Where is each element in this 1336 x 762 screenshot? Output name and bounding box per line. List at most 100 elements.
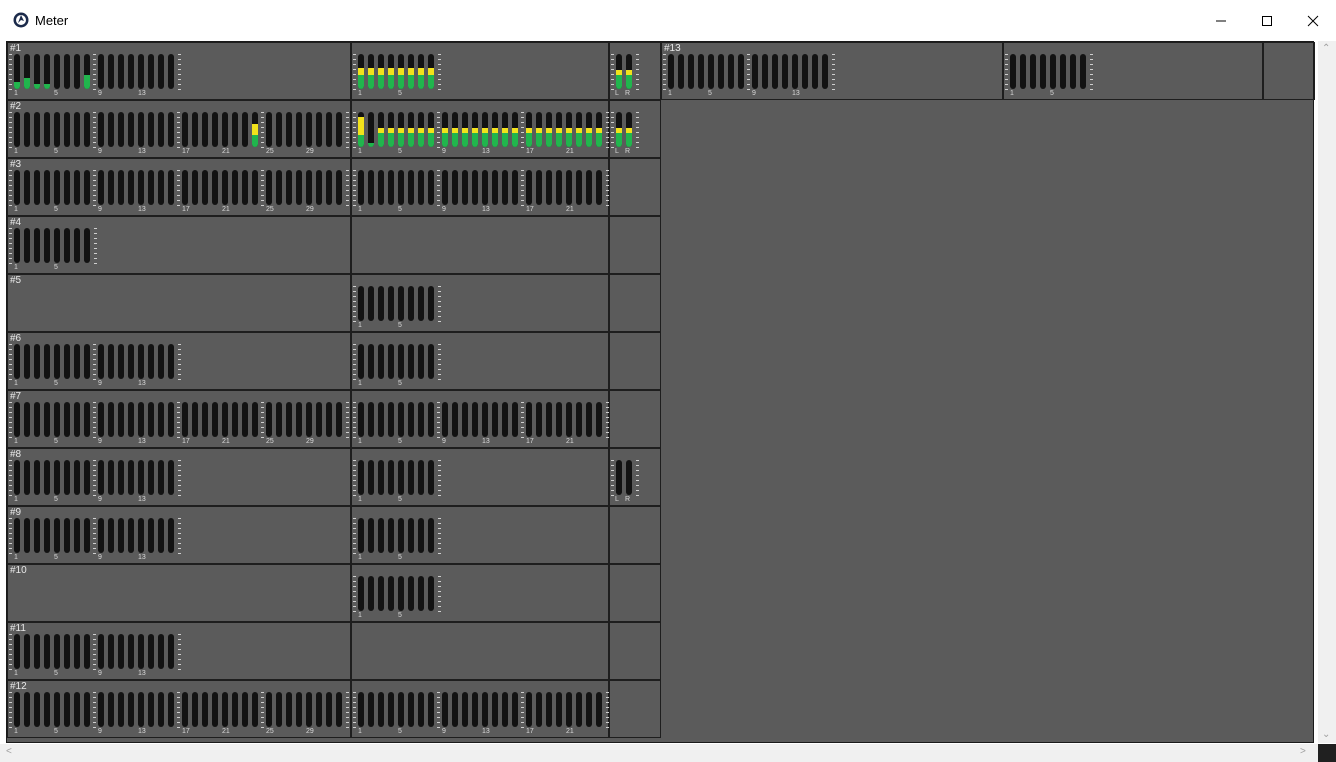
scale-tick [636, 490, 639, 491]
scale-tick [9, 543, 12, 544]
scale-tick [9, 659, 12, 660]
meter-panel[interactable] [609, 680, 661, 738]
window-title: Meter [35, 13, 69, 28]
maximize-button[interactable] [1244, 0, 1290, 41]
meter-panel[interactable] [609, 506, 661, 564]
close-button[interactable] [1290, 0, 1336, 41]
channel-number: 5 [398, 322, 402, 329]
channel-number: 1 [14, 670, 18, 677]
meter-panel[interactable]: 15 [351, 506, 609, 564]
meter-panel[interactable] [609, 158, 661, 216]
scale-tick [747, 84, 750, 85]
meter-panel[interactable]: 15 [351, 42, 609, 100]
scale-tick [636, 122, 639, 123]
down-arrow-icon[interactable]: ⌄ [1322, 729, 1330, 740]
peak-fill [566, 128, 572, 133]
up-arrow-icon[interactable]: ⌃ [1322, 43, 1330, 54]
scale-tick [611, 137, 614, 138]
meter-panel[interactable]: #5 [7, 274, 351, 332]
meter-panel[interactable] [609, 564, 661, 622]
meter-row-label: #11 [10, 623, 26, 634]
scale-tick [353, 354, 356, 355]
scale-tick [521, 422, 524, 423]
meter-panel[interactable]: 1 5 9 13 17 21 [351, 100, 609, 158]
scale-tick [1005, 69, 1008, 70]
meter-panel[interactable]: #4 1 5 [7, 216, 351, 274]
scale-tick [353, 591, 356, 592]
scale-tick [346, 132, 349, 133]
scale-tick [93, 717, 96, 718]
level-bar [502, 692, 508, 727]
minimize-button[interactable] [1198, 0, 1244, 41]
scale-tick [93, 538, 96, 539]
meter-panel[interactable] [609, 274, 661, 332]
meter-panel[interactable] [351, 622, 609, 680]
meter-panel[interactable]: 1 5 9 13 17 21 [351, 680, 609, 738]
scale-tick [832, 54, 835, 55]
scale-tick [261, 427, 264, 428]
channel-number: 1 [14, 90, 18, 97]
meter-panel[interactable]: #12 1 5 9 13 17 21 25 29 [7, 680, 351, 738]
meter-panel[interactable]: #2 1 5 9 13 17 21 25 29 [7, 100, 351, 158]
scale-tick [178, 533, 181, 534]
meter-panel[interactable] [351, 216, 609, 274]
scale-tick [9, 205, 12, 206]
meter-panel[interactable]: #8 1 5 9 13 [7, 448, 351, 506]
scale-tick [1005, 59, 1008, 60]
meter-panel[interactable] [609, 332, 661, 390]
meter-panel[interactable] [1263, 42, 1315, 100]
meter-panel[interactable]: LR [609, 42, 661, 100]
scale-tick [93, 344, 96, 345]
meter-panel[interactable] [609, 622, 661, 680]
scale-tick [832, 74, 835, 75]
level-bar [388, 344, 394, 379]
level-bar [108, 344, 114, 379]
scale-tick [438, 311, 441, 312]
meter-panel[interactable]: #1 1 5 9 13 [7, 42, 351, 100]
meter-panel[interactable] [609, 216, 661, 274]
scale-tick [438, 596, 441, 597]
meter-panel[interactable] [609, 390, 661, 448]
channel-number: 9 [98, 380, 102, 387]
scale-tick [346, 437, 349, 438]
meter-panel[interactable]: 1 5 9 13 17 21 [351, 158, 609, 216]
scale-tick [437, 402, 440, 403]
meter-panel[interactable]: #10 [7, 564, 351, 622]
level-bar [442, 692, 448, 727]
level-bar [128, 344, 134, 379]
vertical-scrollbar[interactable]: ⌃ ⌄ [1318, 41, 1336, 743]
scale-tick [353, 576, 356, 577]
meter-panel[interactable]: 1 5 9 13 17 21 [351, 390, 609, 448]
level-bar [296, 402, 302, 437]
level-bar [482, 170, 488, 205]
scale-tick [1090, 79, 1093, 80]
meter-panel[interactable]: 15 [351, 274, 609, 332]
horizontal-scrollbar[interactable]: < > [0, 744, 1318, 762]
meter-panel[interactable]: 15 [351, 564, 609, 622]
level-bar [242, 692, 248, 727]
scale-tick [521, 175, 524, 176]
level-bar [276, 692, 282, 727]
scale-tick [93, 364, 96, 365]
meter-panel[interactable]: LR [609, 100, 661, 158]
meter-panel[interactable]: #13 1 5 9 13 [661, 42, 1003, 100]
meter-panel[interactable]: LR [609, 448, 661, 506]
meter-panel[interactable]: #3 1 5 9 13 17 21 25 29 [7, 158, 351, 216]
level-bar [64, 344, 70, 379]
channel-number: 1 [14, 264, 18, 271]
meter-panel[interactable]: #11 1 5 9 13 [7, 622, 351, 680]
meter-panel[interactable]: #7 1 5 9 13 17 21 25 29 [7, 390, 351, 448]
level-bar [34, 402, 40, 437]
meter-panel[interactable]: 15 [1003, 42, 1263, 100]
scale-tick [93, 533, 96, 534]
meter-panel[interactable]: 15 [351, 332, 609, 390]
level-bar [118, 634, 124, 669]
right-arrow-icon[interactable]: > [1300, 746, 1306, 757]
level-bar [158, 692, 164, 727]
meter-panel[interactable]: #9 1 5 9 13 [7, 506, 351, 564]
scale-tick [353, 548, 356, 549]
meter-panel[interactable]: 15 [351, 448, 609, 506]
meter-panel[interactable]: #6 1 5 9 13 [7, 332, 351, 390]
scale-tick [611, 147, 614, 148]
left-arrow-icon[interactable]: < [6, 746, 12, 757]
